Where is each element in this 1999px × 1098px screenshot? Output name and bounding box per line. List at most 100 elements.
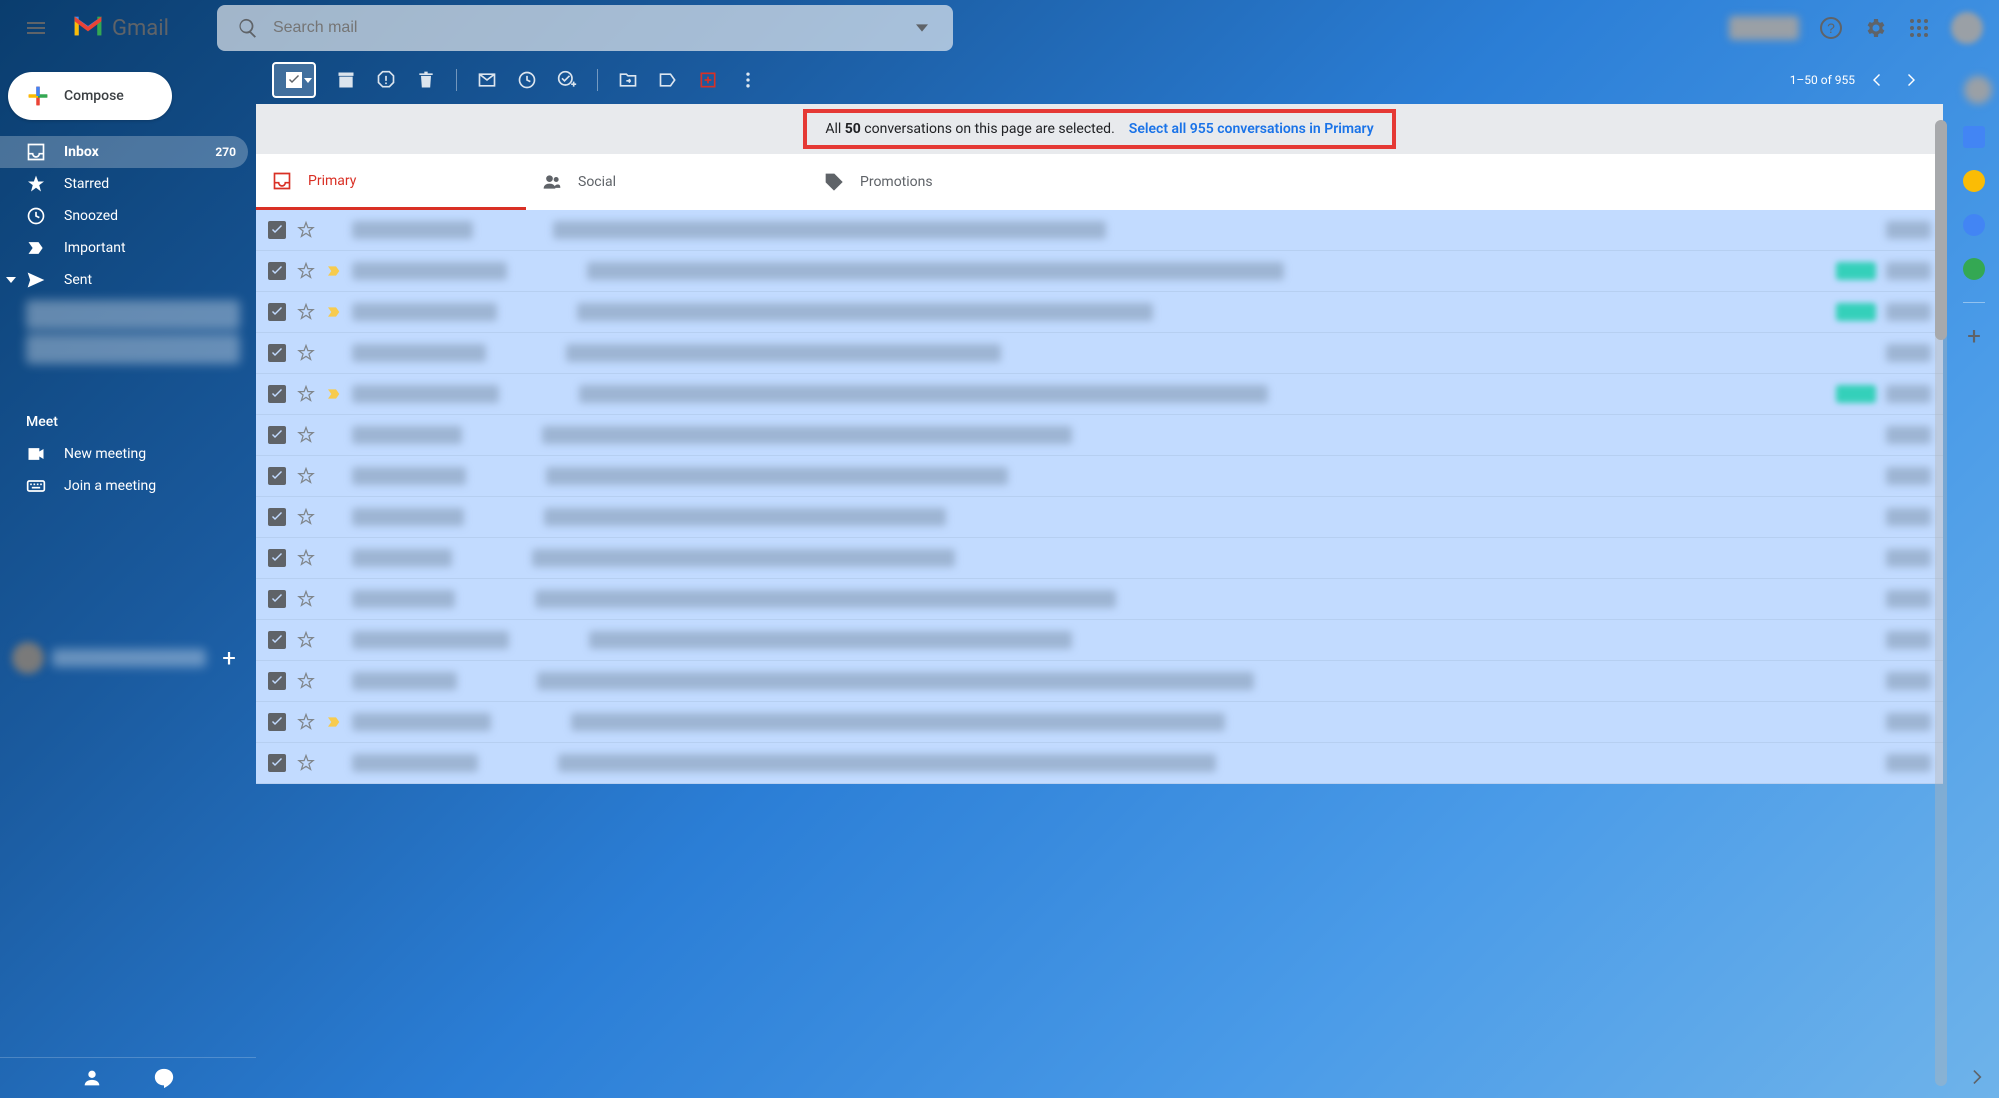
row-checkbox[interactable] — [268, 385, 286, 403]
person-icon[interactable] — [81, 1067, 103, 1089]
star-icon[interactable] — [296, 753, 316, 773]
labels-icon[interactable] — [658, 70, 678, 90]
mail-row[interactable] — [256, 374, 1943, 415]
main-menu-button[interactable] — [16, 8, 56, 48]
date-blurred — [1886, 713, 1931, 731]
star-icon[interactable] — [296, 630, 316, 650]
mail-row[interactable] — [256, 702, 1943, 743]
row-checkbox[interactable] — [268, 549, 286, 567]
meet-join-meeting[interactable]: Join a meeting — [26, 470, 230, 502]
star-icon[interactable] — [296, 343, 316, 363]
row-checkbox[interactable] — [268, 221, 286, 239]
row-checkbox[interactable] — [268, 508, 286, 526]
star-icon[interactable] — [296, 548, 316, 568]
search-button[interactable] — [225, 8, 271, 48]
clock-icon — [26, 206, 46, 226]
important-marker-icon[interactable] — [326, 386, 342, 402]
add-to-tasks-icon[interactable] — [557, 70, 577, 90]
pager-next-button[interactable] — [1897, 65, 1927, 95]
more-icon[interactable] — [738, 70, 758, 90]
snooze-icon[interactable] — [517, 70, 537, 90]
delete-icon[interactable] — [416, 70, 436, 90]
row-checkbox[interactable] — [268, 672, 286, 690]
show-side-panel-button[interactable] — [1963, 1062, 1993, 1092]
select-all-in-primary-link[interactable]: Select all 955 conversations in Primary — [1129, 121, 1374, 137]
mail-row[interactable] — [256, 210, 1943, 251]
select-all-dropdown[interactable] — [304, 78, 312, 83]
sidebar-item-snoozed[interactable]: Snoozed — [0, 200, 248, 232]
row-checkbox[interactable] — [268, 344, 286, 362]
star-icon[interactable] — [296, 507, 316, 527]
tab-social[interactable]: Social — [526, 154, 808, 210]
mail-row[interactable] — [256, 415, 1943, 456]
create-new-label-icon[interactable] — [698, 70, 718, 90]
sidebar-item-important[interactable]: Important — [0, 232, 248, 264]
support-button[interactable]: ? — [1811, 8, 1851, 48]
search-bar[interactable] — [217, 5, 953, 51]
star-icon[interactable] — [296, 302, 316, 322]
get-addons-button[interactable]: + — [1963, 325, 1985, 347]
side-panel-account[interactable] — [1964, 76, 1992, 104]
tasks-icon[interactable] — [1963, 214, 1985, 236]
account-avatar[interactable] — [1951, 12, 1983, 44]
archive-icon[interactable] — [336, 70, 356, 90]
calendar-icon[interactable] — [1963, 126, 1985, 148]
star-icon[interactable] — [296, 261, 316, 281]
scrollbar-thumb[interactable] — [1935, 120, 1947, 340]
star-icon[interactable] — [296, 671, 316, 691]
row-checkbox[interactable] — [268, 303, 286, 321]
star-icon[interactable] — [296, 220, 316, 240]
tab-promotions[interactable]: Promotions — [808, 154, 1090, 210]
sidebar-item-inbox[interactable]: Inbox 270 — [0, 136, 248, 168]
contacts-icon[interactable] — [1963, 258, 1985, 280]
row-checkbox[interactable] — [268, 713, 286, 731]
mail-row[interactable] — [256, 579, 1943, 620]
sidebar-item-sent[interactable]: Sent — [0, 264, 248, 296]
search-options-button[interactable] — [899, 8, 945, 48]
gmail-logo[interactable]: Gmail — [72, 14, 169, 42]
move-to-icon[interactable] — [618, 70, 638, 90]
mail-row[interactable] — [256, 538, 1943, 579]
select-all-checkbox[interactable] — [272, 62, 316, 98]
chevron-down-icon — [6, 275, 16, 285]
mail-row[interactable] — [256, 743, 1943, 784]
sidebar-item-starred[interactable]: Starred — [0, 168, 248, 200]
star-icon[interactable] — [296, 466, 316, 486]
row-checkbox[interactable] — [268, 262, 286, 280]
keep-icon[interactable] — [1963, 170, 1985, 192]
hangouts-avatar[interactable] — [12, 642, 44, 674]
mail-row[interactable] — [256, 620, 1943, 661]
mail-row[interactable] — [256, 333, 1943, 374]
report-spam-icon[interactable] — [376, 70, 396, 90]
tab-primary[interactable]: Primary — [256, 154, 526, 210]
star-icon[interactable] — [296, 589, 316, 609]
row-checkbox[interactable] — [268, 754, 286, 772]
apps-button[interactable] — [1899, 8, 1939, 48]
important-marker-icon[interactable] — [326, 304, 342, 320]
mail-row[interactable] — [256, 497, 1943, 538]
mail-row[interactable] — [256, 456, 1943, 497]
row-checkbox[interactable] — [268, 426, 286, 444]
scrollbar[interactable] — [1935, 120, 1947, 1086]
hangouts-add-button[interactable]: + — [214, 643, 244, 673]
star-icon[interactable] — [296, 712, 316, 732]
date-blurred — [1886, 385, 1931, 403]
row-checkbox[interactable] — [268, 467, 286, 485]
important-marker-icon[interactable] — [326, 263, 342, 279]
important-marker-icon[interactable] — [326, 714, 342, 730]
row-checkbox[interactable] — [268, 590, 286, 608]
mail-row[interactable] — [256, 292, 1943, 333]
hangouts-icon[interactable] — [153, 1067, 175, 1089]
star-icon[interactable] — [296, 425, 316, 445]
meet-new-meeting[interactable]: New meeting — [26, 438, 230, 470]
mail-row[interactable] — [256, 251, 1943, 292]
search-input[interactable] — [271, 18, 899, 38]
pager-prev-button[interactable] — [1861, 65, 1891, 95]
settings-button[interactable] — [1855, 8, 1895, 48]
row-checkbox[interactable] — [268, 631, 286, 649]
mail-row[interactable] — [256, 661, 1943, 702]
compose-button[interactable]: Compose — [8, 72, 172, 120]
mark-unread-icon[interactable] — [477, 70, 497, 90]
star-icon[interactable] — [296, 384, 316, 404]
mail-list[interactable] — [256, 210, 1943, 1098]
